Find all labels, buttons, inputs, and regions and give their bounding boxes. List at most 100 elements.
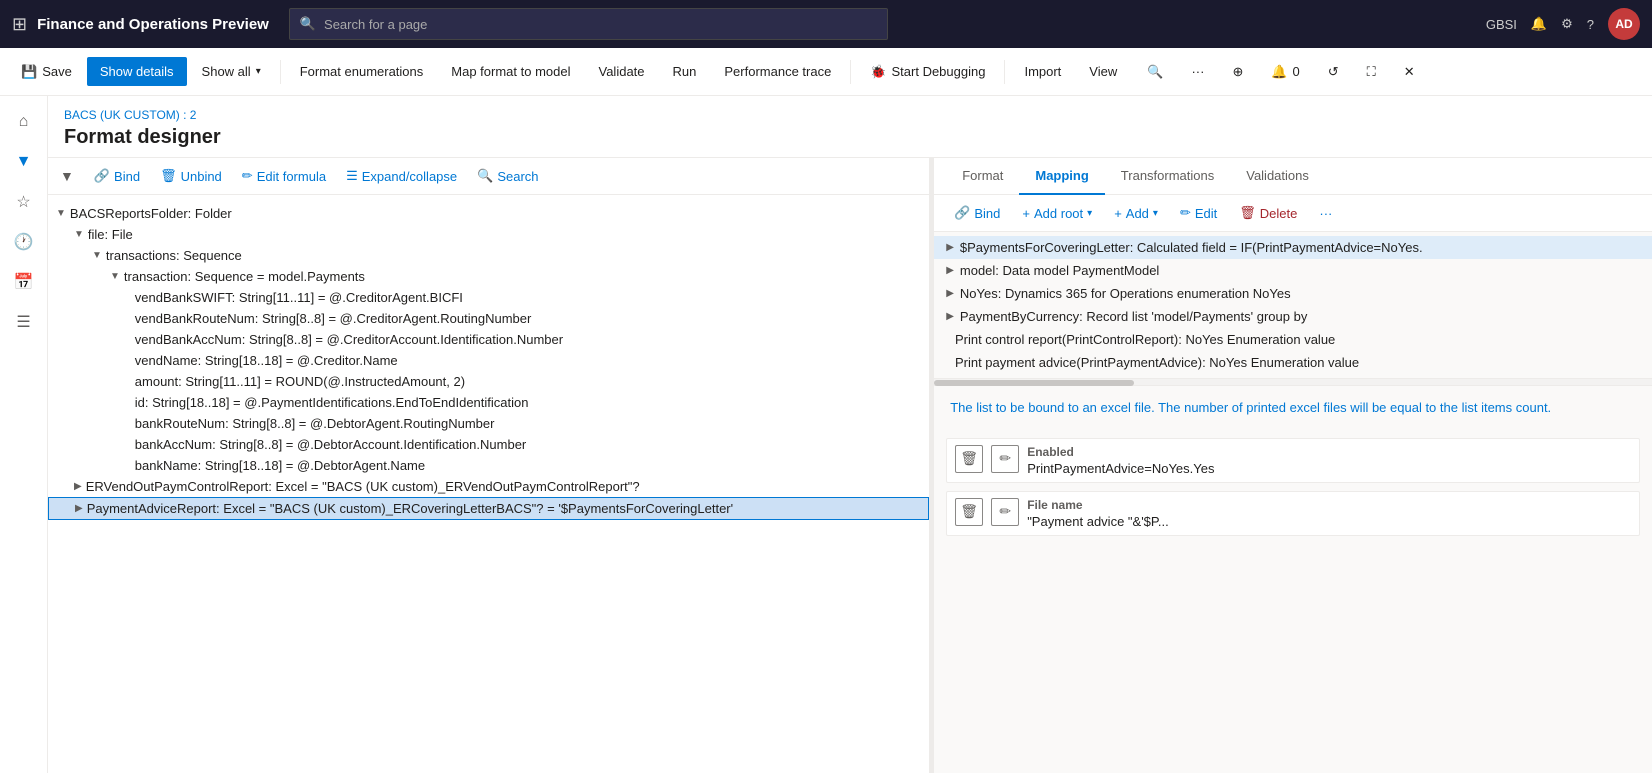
prop-edit-button[interactable]: ✏ [991,498,1019,526]
tree-chevron[interactable]: ▶ [946,265,954,276]
sidebar-item-recent[interactable]: 🕐 [6,224,42,260]
tree-chevron[interactable] [128,418,131,429]
tree-item[interactable]: ▼ file: File [48,224,929,245]
sidebar-item-favorites[interactable]: ☆ [6,184,42,220]
avatar[interactable]: AD [1608,8,1640,40]
tree-chevron[interactable]: ▶ [946,311,954,322]
right-pane: FormatMappingTransformationsValidations … [934,158,1652,773]
tree-item[interactable]: vendName: String[18..18] = @.Creditor.Na… [48,350,929,371]
right-tree-item[interactable]: ▶ PaymentByCurrency: Record list 'model/… [934,305,1652,328]
tree-chevron[interactable]: ▼ [56,208,66,219]
tree-item[interactable]: ▼ transactions: Sequence [48,245,929,266]
format-enumerations-button[interactable]: Format enumerations [287,57,437,86]
right-tree-item[interactable]: ▶ $PaymentsForCoveringLetter: Calculated… [934,236,1652,259]
tree-item[interactable]: amount: String[11..11] = ROUND(@.Instruc… [48,371,929,392]
tree-chevron[interactable]: ▶ [75,503,83,514]
map-format-to-model-button[interactable]: Map format to model [438,57,583,86]
settings-toolbar-button[interactable]: ⊕ [1219,57,1256,87]
tree-chevron[interactable] [128,355,131,366]
tree-chevron[interactable]: ▼ [74,229,84,240]
bind-button[interactable]: 🔗 Bind [86,164,148,188]
tab-format[interactable]: Format [946,158,1019,195]
search-toolbar-button[interactable]: 🔍 [1134,57,1176,87]
refresh-button[interactable]: ↺ [1315,57,1352,87]
right-tree-item-label: Print payment advice(PrintPaymentAdvice)… [955,355,1359,370]
help-icon[interactable]: ? [1587,17,1594,32]
tree-item[interactable]: vendBankAccNum: String[8..8] = @.Credito… [48,329,929,350]
tree-chevron[interactable] [946,334,949,345]
right-tree-item[interactable]: Print control report(PrintControlReport)… [934,328,1652,351]
tree-item[interactable]: id: String[18..18] = @.PaymentIdentifica… [48,392,929,413]
scrollbar-thumb[interactable] [934,380,1134,386]
tree-item[interactable]: bankRouteNum: String[8..8] = @.DebtorAge… [48,413,929,434]
more-options-button[interactable]: ··· [1178,57,1217,86]
prop-delete-button[interactable]: 🗑 [955,445,983,473]
user-name: GBSI [1486,17,1517,32]
tree-chevron[interactable] [128,439,131,450]
validate-button[interactable]: Validate [586,57,658,86]
delete-button[interactable]: 🗑 Delete [1231,201,1305,225]
tree-item[interactable]: vendBankRouteNum: String[8..8] = @.Credi… [48,308,929,329]
add-root-button[interactable]: + Add root ▾ [1014,202,1100,225]
tree-chevron[interactable]: ▶ [946,288,954,299]
tree-item[interactable]: ▼ transaction: Sequence = model.Payments [48,266,929,287]
import-button[interactable]: Import [1011,57,1074,86]
unbind-button[interactable]: 🗑 Unbind [152,164,230,188]
tree-item[interactable]: bankAccNum: String[8..8] = @.DebtorAccou… [48,434,929,455]
tree-chevron[interactable]: ▼ [110,271,120,282]
tree-chevron[interactable] [946,357,949,368]
show-all-button[interactable]: Show all ▾ [189,57,274,86]
right-bind-button[interactable]: 🔗 Bind [946,201,1008,225]
tree-chevron[interactable] [128,397,131,408]
sidebar-item-home[interactable]: ⌂ [6,104,42,140]
property-row: 🗑 ✏ Enabled PrintPaymentAdvice=NoYes.Yes [946,438,1640,483]
save-button[interactable]: 💾 Save [8,57,85,87]
more-button[interactable]: ··· [1311,202,1340,225]
notification-button[interactable]: 🔔0 [1258,57,1312,87]
close-button[interactable]: ✕ [1391,57,1428,87]
search-left-button[interactable]: 🔍 Search [469,164,546,188]
tree-item[interactable]: vendBankSWIFT: String[11..11] = @.Credit… [48,287,929,308]
horizontal-scrollbar[interactable] [934,378,1652,386]
tree-item[interactable]: ▶ ERVendOutPaymControlReport: Excel = "B… [48,476,929,497]
tree-chevron[interactable] [128,313,131,324]
tab-validations[interactable]: Validations [1230,158,1325,195]
prop-edit-button[interactable]: ✏ [991,445,1019,473]
start-debugging-button[interactable]: 🐞 Start Debugging [857,57,998,87]
add-button[interactable]: + Add ▾ [1106,202,1166,225]
edit-right-button[interactable]: ✏ Edit [1172,201,1225,225]
performance-trace-button[interactable]: Performance trace [711,57,844,86]
tree-item[interactable]: bankName: String[18..18] = @.DebtorAgent… [48,455,929,476]
right-tree-item[interactable]: ▶ NoYes: Dynamics 365 for Operations enu… [934,282,1652,305]
tree-chevron[interactable] [128,292,131,303]
sidebar-item-list[interactable]: ☰ [6,304,42,340]
plus-icon: + [1022,206,1030,221]
sidebar-item-calendar[interactable]: 📅 [6,264,42,300]
bell-icon[interactable]: 🔔 [1531,16,1547,32]
right-tree-item[interactable]: Print payment advice(PrintPaymentAdvice)… [934,351,1652,374]
show-details-button[interactable]: Show details [87,57,187,86]
tree-chevron[interactable]: ▼ [92,250,102,261]
tree-chevron[interactable] [128,460,131,471]
show-all-chevron: ▾ [256,66,261,77]
prop-delete-button[interactable]: 🗑 [955,498,983,526]
view-button[interactable]: View [1076,57,1130,86]
sidebar-item-filter[interactable]: ▼ [6,144,42,180]
app-grid-icon[interactable]: ⊞ [12,14,27,35]
tree-chevron[interactable] [128,334,131,345]
tab-transformations[interactable]: Transformations [1105,158,1230,195]
tree-item[interactable]: ▼ BACSReportsFolder: Folder [48,203,929,224]
filter-icon[interactable]: ▼ [60,168,74,184]
tab-mapping[interactable]: Mapping [1019,158,1104,195]
tree-chevron[interactable]: ▶ [946,242,954,253]
right-tree-item[interactable]: ▶ model: Data model PaymentModel [934,259,1652,282]
tree-chevron[interactable]: ▶ [74,481,82,492]
tree-item[interactable]: ▶ PaymentAdviceReport: Excel = "BACS (UK… [48,497,929,520]
global-search[interactable]: 🔍 Search for a page [289,8,889,40]
edit-formula-button[interactable]: ✏ Edit formula [234,164,334,188]
run-button[interactable]: Run [660,57,710,86]
expand-collapse-button[interactable]: ☰ Expand/collapse [338,164,465,188]
settings-icon[interactable]: ⚙ [1561,16,1573,32]
tree-chevron[interactable] [128,376,131,387]
expand-button[interactable]: ⛶ [1354,57,1389,87]
